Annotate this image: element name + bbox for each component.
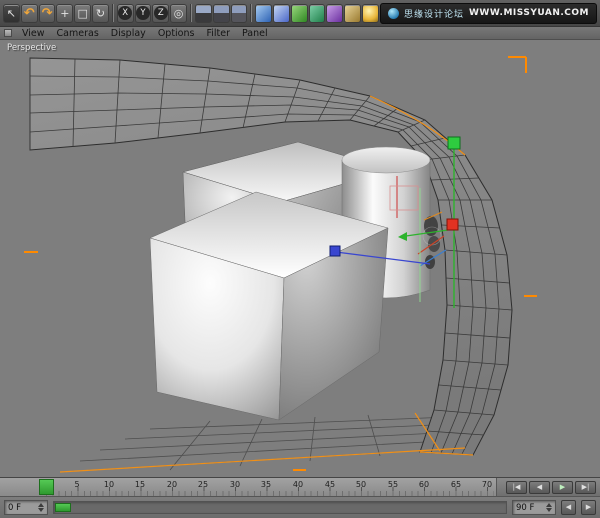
power-slider-handle[interactable] [55,503,71,512]
current-frame-field[interactable]: 0 F [4,500,48,515]
lock-y-axis-button[interactable]: Y [135,4,152,23]
menu-item-display[interactable]: Display [105,27,152,40]
ruler-tick-label: 10 [104,480,114,489]
power-slider[interactable] [53,501,507,514]
timeline-ruler[interactable]: 5 10 15 20 25 30 35 40 45 50 55 60 65 70 [0,478,496,496]
menu-item-panel[interactable]: Panel [236,27,274,40]
ruler-tick-label: 5 [74,480,79,489]
toolbar-separator [190,4,192,22]
prev-frame-button[interactable]: ◀ [529,481,550,494]
watermark-logo-icon [388,8,399,19]
add-primitive-button[interactable] [255,4,272,23]
ruler-tick-label: 20 [167,480,177,489]
render-view-button[interactable] [195,4,212,23]
coordinate-system-icon: ◎ [174,5,184,22]
ruler-tick-label: 45 [325,480,335,489]
add-light-button[interactable] [362,4,379,23]
watermark-site-name: 思缘设计论坛 [404,7,464,20]
toolbar-separator [250,4,252,22]
add-nurbs-button[interactable] [291,4,308,23]
add-spline-button[interactable] [273,4,290,23]
timeline-row: 5 10 15 20 25 30 35 40 45 50 55 60 65 70… [0,478,600,497]
redo-icon: ↷ [42,5,53,22]
selection-tool-icon: ↖ [7,5,16,22]
undo-icon: ↶ [24,5,35,22]
x-axis-icon: X [118,6,132,20]
ruler-tick-label: 70 [482,480,492,489]
spinner-up-icon[interactable] [38,503,44,507]
add-scene-object-button[interactable] [344,4,361,23]
scene-canvas[interactable] [0,40,600,478]
z-axis-handle[interactable] [447,219,458,230]
menu-grip-icon[interactable] [4,29,12,37]
lock-z-axis-button[interactable]: Z [152,4,169,23]
spinner-down-icon[interactable] [38,508,44,512]
end-frame-field[interactable]: 90 F [512,500,556,515]
rotate-tool-button[interactable]: ↻ [92,4,109,23]
spinner-down-icon[interactable] [546,508,552,512]
redo-button[interactable]: ↷ [39,4,56,23]
menu-item-filter[interactable]: Filter [200,27,236,40]
ruler-tick-label: 35 [261,480,271,489]
scale-tool-button[interactable]: □ [74,4,91,23]
undo-button[interactable]: ↶ [21,4,38,23]
goto-end-button[interactable]: ▶| [575,481,596,494]
ruler-tick-label: 65 [451,480,461,489]
y-axis-icon: Y [136,6,150,20]
rotate-tool-icon: ↻ [96,5,105,22]
ruler-tick-label: 60 [419,480,429,489]
lock-x-axis-button[interactable]: X [117,4,134,23]
perspective-viewport[interactable]: Perspective [0,40,600,478]
ruler-tick-label: 50 [356,480,366,489]
ruler-tick-label: 40 [293,480,303,489]
current-frame-marker[interactable] [39,479,54,495]
current-frame-value: 0 F [8,503,38,513]
z-axis-icon: Z [154,6,168,20]
scale-tool-icon: □ [77,5,87,22]
ruler-tick-label: 25 [198,480,208,489]
watermark-site-url: WWW.MISSYUAN.COM [469,8,589,18]
viewport-label: Perspective [7,43,56,53]
move-tool-button[interactable]: + [56,4,73,23]
move-tool-icon: + [60,5,69,22]
coordinate-system-button[interactable]: ◎ [170,4,187,23]
scroll-right-button[interactable]: ▶ [581,500,596,515]
play-button[interactable]: ▶ [552,481,573,494]
selection-tool-button[interactable]: ↖ [3,4,20,23]
ruler-tick-label: 15 [135,480,145,489]
bottom-bar: 0 F 90 F ◀ ▶ [0,497,600,518]
main-toolbar: ↖ ↶ ↷ + □ ↻ X Y Z ◎ 思缘设计论坛 WWW.MISSYUAN.… [0,0,600,27]
menu-item-view[interactable]: View [16,27,51,40]
spinner-up-icon[interactable] [546,503,552,507]
ruler-tick-label: 30 [230,480,240,489]
toolbar-separator [112,4,114,22]
add-modeling-object-button[interactable] [309,4,326,23]
y-axis-handle[interactable] [448,137,460,149]
x-axis-handle[interactable] [330,246,340,256]
render-settings-button[interactable] [231,4,248,23]
add-deformer-button[interactable] [326,4,343,23]
transport-controls: |◀ ◀ ▶ ▶| [496,478,600,496]
cinema4d-window: ↖ ↶ ↷ + □ ↻ X Y Z ◎ 思缘设计论坛 WWW.MISSYUAN.… [0,0,600,518]
scroll-left-button[interactable]: ◀ [561,500,576,515]
menu-item-cameras[interactable]: Cameras [51,27,105,40]
menu-item-options[interactable]: Options [152,27,201,40]
viewport-menubar: View Cameras Display Options Filter Pane… [0,27,600,40]
watermark-panel: 思缘设计论坛 WWW.MISSYUAN.COM [380,3,597,24]
render-picture-viewer-button[interactable] [213,4,230,23]
end-frame-value: 90 F [516,503,546,513]
ruler-tick-label: 55 [388,480,398,489]
goto-start-button[interactable]: |◀ [506,481,527,494]
